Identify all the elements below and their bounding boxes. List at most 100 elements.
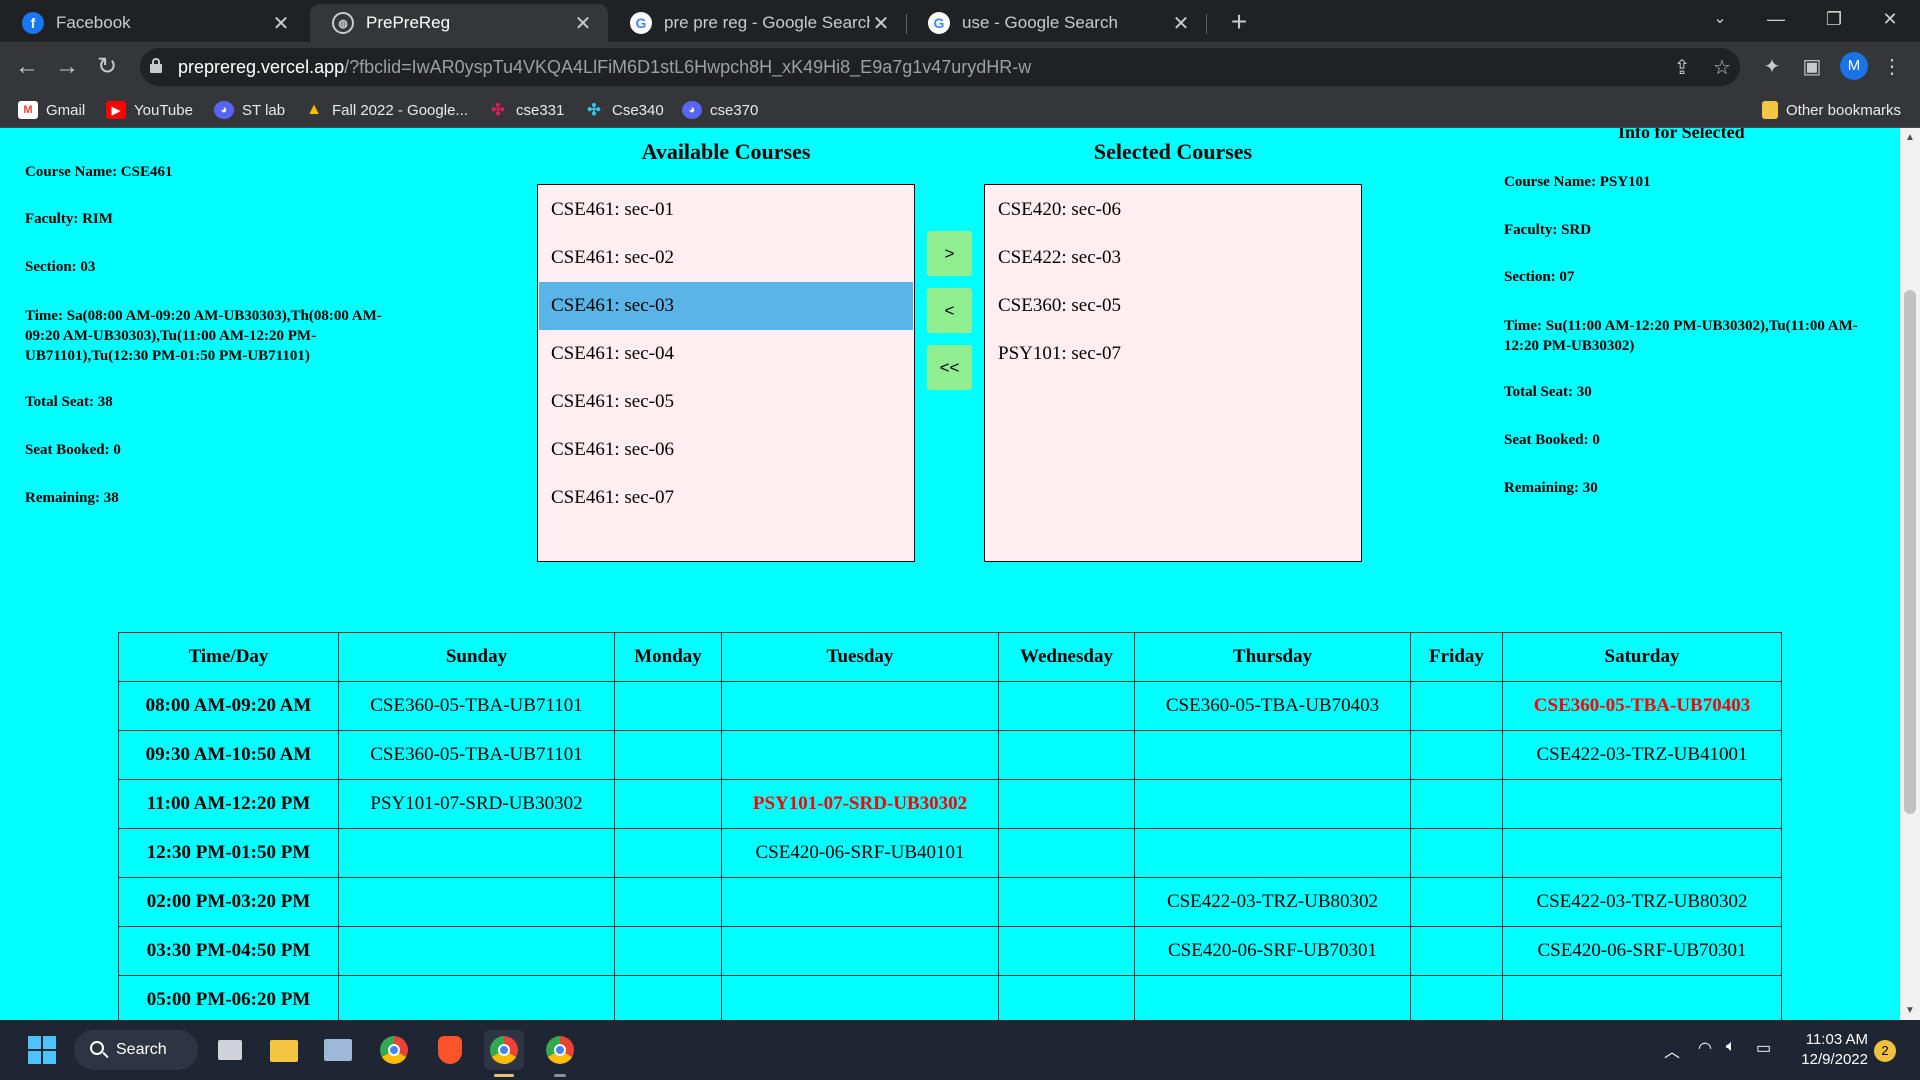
photos-icon[interactable] bbox=[318, 1030, 358, 1070]
available-course-item[interactable]: CSE461: sec-02 bbox=[539, 234, 913, 282]
search-icon bbox=[90, 1041, 104, 1055]
chrome-profile-icon[interactable] bbox=[540, 1030, 580, 1070]
battery-icon[interactable]: ▭ bbox=[1756, 1038, 1771, 1058]
close-icon[interactable]: ✕ bbox=[1170, 11, 1192, 36]
system-clock[interactable]: 11:03 AM 12/9/2022 bbox=[1790, 1030, 1868, 1070]
extensions-icon[interactable]: ✦ bbox=[1760, 55, 1784, 79]
available-course-item[interactable]: CSE461: sec-07 bbox=[539, 474, 913, 522]
scroll-up-icon[interactable]: ▲ bbox=[1900, 132, 1920, 143]
tab-google-search-2[interactable]: G use - Google Search ✕ bbox=[906, 4, 1206, 42]
schedule-cell-clash: CSE360-05-TBA-UB70403 bbox=[1502, 681, 1782, 731]
selected-course-item[interactable]: PSY101: sec-07 bbox=[986, 330, 1360, 378]
taskbar-search[interactable]: Search bbox=[74, 1030, 198, 1070]
tray-chevron-icon[interactable]: ︿ bbox=[1664, 1038, 1680, 1062]
schedule-cell: CSE422-03-TRZ-UB80302 bbox=[1502, 877, 1782, 927]
address-bar[interactable]: preprereg.vercel.app/?fbclid=IwAR0yspTu4… bbox=[140, 48, 1740, 86]
schedule-cell: CSE420-06-SRF-UB40101 bbox=[721, 828, 999, 878]
reload-icon[interactable]: ↻ bbox=[90, 50, 124, 84]
youtube-icon: ▶ bbox=[106, 101, 126, 119]
selected-courses-list[interactable]: CSE420: sec-06 CSE422: sec-03 CSE360: se… bbox=[984, 184, 1362, 562]
task-view-icon[interactable] bbox=[210, 1030, 250, 1070]
header-time-day: Time/Day bbox=[118, 632, 339, 682]
profile-avatar[interactable]: M bbox=[1840, 52, 1868, 80]
side-panel-icon[interactable]: ▣ bbox=[1800, 55, 1824, 79]
scroll-down-icon[interactable]: ▼ bbox=[1900, 1005, 1920, 1016]
windows-taskbar: Search ︿ ◠ 🔈︎ ▭ 11:03 AM 12/9/2022 2 bbox=[0, 1020, 1920, 1080]
bookmark-label: Gmail bbox=[46, 101, 86, 119]
wifi-icon[interactable]: ◠ bbox=[1698, 1038, 1712, 1058]
bookmark-gmail[interactable]: M Gmail bbox=[18, 98, 85, 122]
globe-icon: ◍ bbox=[332, 12, 354, 34]
available-courses-list[interactable]: CSE461: sec-01 CSE461: sec-02 CSE461: se… bbox=[537, 184, 915, 562]
chrome-profile-m-icon[interactable] bbox=[484, 1030, 524, 1070]
close-icon[interactable]: ✕ bbox=[572, 11, 594, 36]
slack-icon: ✣ bbox=[587, 102, 601, 119]
bookmark-star-icon[interactable]: ☆ bbox=[1710, 56, 1734, 80]
forward-icon[interactable]: → bbox=[50, 50, 84, 84]
table-row: 09:30 AM-10:50 AM CSE360-05-TBA-UB71101 CS… bbox=[118, 730, 1782, 780]
selected-courses-title: Selected Courses bbox=[1093, 139, 1253, 164]
add-course-button[interactable]: > bbox=[927, 231, 972, 276]
page-content: Course Name: CSE461 Faculty: RIM Section… bbox=[0, 128, 1900, 1020]
notification-badge[interactable]: 2 bbox=[1874, 1040, 1896, 1062]
available-course-item[interactable]: CSE461: sec-04 bbox=[539, 330, 913, 378]
available-course-item[interactable]: CSE461: sec-01 bbox=[539, 186, 913, 234]
info-seat-booked: Seat Booked: 0 bbox=[1504, 432, 1600, 448]
menu-kebab-icon[interactable]: ⋮ bbox=[1880, 55, 1904, 79]
scrollbar-thumb[interactable] bbox=[1904, 290, 1916, 814]
schedule-cell bbox=[338, 877, 615, 927]
time-slot-cell: 03:30 PM-04:50 PM bbox=[118, 926, 339, 976]
restore-icon[interactable]: ❐ bbox=[1806, 0, 1862, 40]
available-course-item[interactable]: CSE461: sec-05 bbox=[539, 378, 913, 426]
bookmark-youtube[interactable]: ▶ YouTube bbox=[106, 98, 193, 122]
info-seat-booked: Seat Booked: 0 bbox=[25, 442, 121, 458]
schedule-cell bbox=[998, 828, 1135, 878]
selected-course-item[interactable]: CSE360: sec-05 bbox=[986, 282, 1360, 330]
windows-start-icon[interactable] bbox=[22, 1030, 62, 1070]
new-tab-button[interactable]: + bbox=[1222, 6, 1256, 40]
schedule-cell: CSE420-06-SRF-UB70301 bbox=[1134, 926, 1411, 976]
available-course-item-selected[interactable]: CSE461: sec-03 bbox=[539, 282, 913, 330]
info-remaining: Remaining: 30 bbox=[1504, 480, 1598, 496]
remove-course-button[interactable]: < bbox=[927, 288, 972, 333]
chrome-icon[interactable] bbox=[374, 1030, 414, 1070]
available-course-item[interactable]: CSE461: sec-06 bbox=[539, 426, 913, 474]
schedule-cell bbox=[614, 730, 722, 780]
tab-google-search-1[interactable]: G pre pre reg - Google Search ✕ bbox=[608, 4, 906, 42]
share-icon[interactable]: ⇪ bbox=[1670, 56, 1694, 80]
schedule-cell bbox=[721, 877, 999, 927]
back-icon[interactable]: ← bbox=[10, 50, 44, 84]
bookmark-cse331[interactable]: ✣ cse331 bbox=[488, 98, 564, 122]
schedule-cell bbox=[1410, 926, 1503, 976]
close-icon[interactable]: ✕ bbox=[270, 11, 292, 36]
bookmark-label: Fall 2022 - Google... bbox=[332, 101, 468, 119]
bookmark-cse370[interactable]: ◕ cse370 bbox=[682, 98, 758, 122]
tab-title: Facebook bbox=[56, 13, 131, 32]
minimize-icon[interactable]: — bbox=[1748, 0, 1804, 40]
selected-course-item[interactable]: CSE422: sec-03 bbox=[986, 234, 1360, 282]
schedule-cell: CSE422-03-TRZ-UB41001 bbox=[1502, 730, 1782, 780]
tab-search-chevron-icon[interactable]: ⌄ bbox=[1692, 0, 1748, 40]
tab-facebook[interactable]: f Facebook ✕ bbox=[0, 4, 306, 42]
bookmark-fall-2022[interactable]: ▲ Fall 2022 - Google... bbox=[304, 98, 468, 122]
tab-preprereg[interactable]: ◍ PrePreReg ✕ bbox=[310, 4, 608, 42]
selected-course-item[interactable]: CSE420: sec-06 bbox=[986, 186, 1360, 234]
page-scrollbar[interactable]: ▲ ▼ bbox=[1900, 128, 1920, 1020]
info-total-seat: Total Seat: 38 bbox=[25, 394, 113, 410]
info-total-seat: Total Seat: 30 bbox=[1504, 384, 1592, 400]
other-bookmarks[interactable]: Other bookmarks bbox=[1762, 98, 1901, 122]
volume-icon[interactable]: 🔈︎ bbox=[1726, 1038, 1736, 1056]
info-course-name: Course Name: CSE461 bbox=[25, 164, 173, 180]
file-explorer-icon[interactable] bbox=[264, 1030, 304, 1070]
brave-icon[interactable] bbox=[430, 1030, 470, 1070]
bookmark-st-lab[interactable]: ◕ ST lab bbox=[214, 98, 285, 122]
window-close-icon[interactable]: ✕ bbox=[1862, 0, 1918, 40]
remove-all-button[interactable]: << bbox=[927, 345, 972, 390]
table-row: 08:00 AM-09:20 AM CSE360-05-TBA-UB71101 CS… bbox=[118, 681, 1782, 731]
bookmark-cse340[interactable]: ✣ Cse340 bbox=[584, 98, 663, 122]
schedule-cell: CSE360-05-TBA-UB71101 bbox=[338, 730, 615, 780]
url-text[interactable]: preprereg.vercel.app/?fbclid=IwAR0yspTu4… bbox=[178, 57, 1031, 78]
schedule-cell: CSE360-05-TBA-UB70403 bbox=[1134, 681, 1411, 731]
url-host: preprereg.vercel.app bbox=[178, 57, 345, 77]
close-icon[interactable]: ✕ bbox=[870, 11, 892, 36]
